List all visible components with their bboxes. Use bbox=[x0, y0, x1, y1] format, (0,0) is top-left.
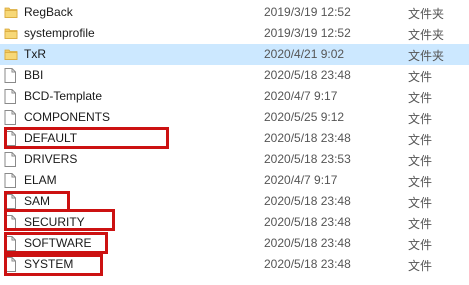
file-name: ELAM bbox=[24, 173, 57, 187]
file-row-drivers[interactable]: DRIVERS 2020/5/18 23:53 文件 bbox=[0, 149, 469, 170]
file-name: RegBack bbox=[24, 5, 73, 19]
file-row-regback[interactable]: RegBack 2019/3/19 12:52 文件夹 bbox=[0, 2, 469, 23]
file-row-system[interactable]: SYSTEM 2020/5/18 23:48 文件 bbox=[0, 254, 469, 275]
file-name: BCD-Template bbox=[24, 89, 103, 103]
file-icon bbox=[4, 257, 18, 272]
file-date: 2020/5/25 9:12 bbox=[264, 110, 345, 124]
file-name: COMPONENTS bbox=[24, 110, 111, 124]
file-name: TxR bbox=[24, 47, 46, 61]
file-type: 文件 bbox=[408, 154, 433, 168]
file-name: SYSTEM bbox=[24, 257, 74, 271]
file-icon bbox=[4, 215, 18, 230]
file-date: 2020/5/18 23:48 bbox=[264, 215, 351, 229]
file-icon bbox=[4, 68, 18, 83]
file-date: 2020/4/21 9:02 bbox=[264, 47, 345, 61]
folder-icon bbox=[4, 47, 18, 62]
file-icon bbox=[4, 152, 18, 167]
file-type: 文件 bbox=[408, 238, 433, 252]
file-icon bbox=[4, 131, 18, 146]
file-list: RegBack 2019/3/19 12:52 文件夹 systemprofil… bbox=[0, 2, 469, 275]
file-type: 文件 bbox=[408, 217, 433, 231]
file-type: 文件夹 bbox=[408, 28, 445, 42]
folder-icon bbox=[4, 5, 18, 20]
file-date: 2020/5/18 23:48 bbox=[264, 194, 351, 208]
file-date: 2020/4/7 9:17 bbox=[264, 173, 338, 187]
file-row-components[interactable]: COMPONENTS 2020/5/25 9:12 文件 bbox=[0, 107, 469, 128]
file-date: 2020/5/18 23:48 bbox=[264, 236, 351, 250]
file-date: 2020/5/18 23:48 bbox=[264, 131, 351, 145]
file-name: DRIVERS bbox=[24, 152, 78, 166]
file-icon bbox=[4, 89, 18, 104]
file-row-txr[interactable]: TxR 2020/4/21 9:02 文件夹 bbox=[0, 44, 469, 65]
file-name: SAM bbox=[24, 194, 51, 208]
file-date: 2020/4/7 9:17 bbox=[264, 89, 338, 103]
file-icon bbox=[4, 194, 18, 209]
file-type: 文件 bbox=[408, 259, 433, 273]
file-row-security[interactable]: SECURITY 2020/5/18 23:48 文件 bbox=[0, 212, 469, 233]
file-name: BBI bbox=[24, 68, 44, 82]
file-date: 2019/3/19 12:52 bbox=[264, 5, 351, 19]
file-row-default[interactable]: DEFAULT 2020/5/18 23:48 文件 bbox=[0, 128, 469, 149]
folder-icon bbox=[4, 26, 18, 41]
file-row-sam[interactable]: SAM 2020/5/18 23:48 文件 bbox=[0, 191, 469, 212]
file-type: 文件 bbox=[408, 70, 433, 84]
file-name: SECURITY bbox=[24, 215, 85, 229]
file-row-software[interactable]: SOFTWARE 2020/5/18 23:48 文件 bbox=[0, 233, 469, 254]
file-type: 文件 bbox=[408, 196, 433, 210]
file-type: 文件夹 bbox=[408, 7, 445, 21]
file-type: 文件 bbox=[408, 112, 433, 126]
file-row-systemprofile[interactable]: systemprofile 2019/3/19 12:52 文件夹 bbox=[0, 23, 469, 44]
file-row-bcd-template[interactable]: BCD-Template 2020/4/7 9:17 文件 bbox=[0, 86, 469, 107]
file-icon bbox=[4, 173, 18, 188]
file-date: 2020/5/18 23:48 bbox=[264, 257, 351, 271]
file-type: 文件 bbox=[408, 133, 433, 147]
file-name: DEFAULT bbox=[24, 131, 78, 145]
file-icon bbox=[4, 236, 18, 251]
file-date: 2020/5/18 23:53 bbox=[264, 152, 351, 166]
file-date: 2019/3/19 12:52 bbox=[264, 26, 351, 40]
file-row-elam[interactable]: ELAM 2020/4/7 9:17 文件 bbox=[0, 170, 469, 191]
file-name: SOFTWARE bbox=[24, 236, 92, 250]
file-type: 文件 bbox=[408, 91, 433, 105]
file-row-bbi[interactable]: BBI 2020/5/18 23:48 文件 bbox=[0, 65, 469, 86]
file-name: systemprofile bbox=[24, 26, 95, 40]
file-date: 2020/5/18 23:48 bbox=[264, 68, 351, 82]
file-icon bbox=[4, 110, 18, 125]
file-type: 文件 bbox=[408, 175, 433, 189]
file-type: 文件夹 bbox=[408, 49, 445, 63]
